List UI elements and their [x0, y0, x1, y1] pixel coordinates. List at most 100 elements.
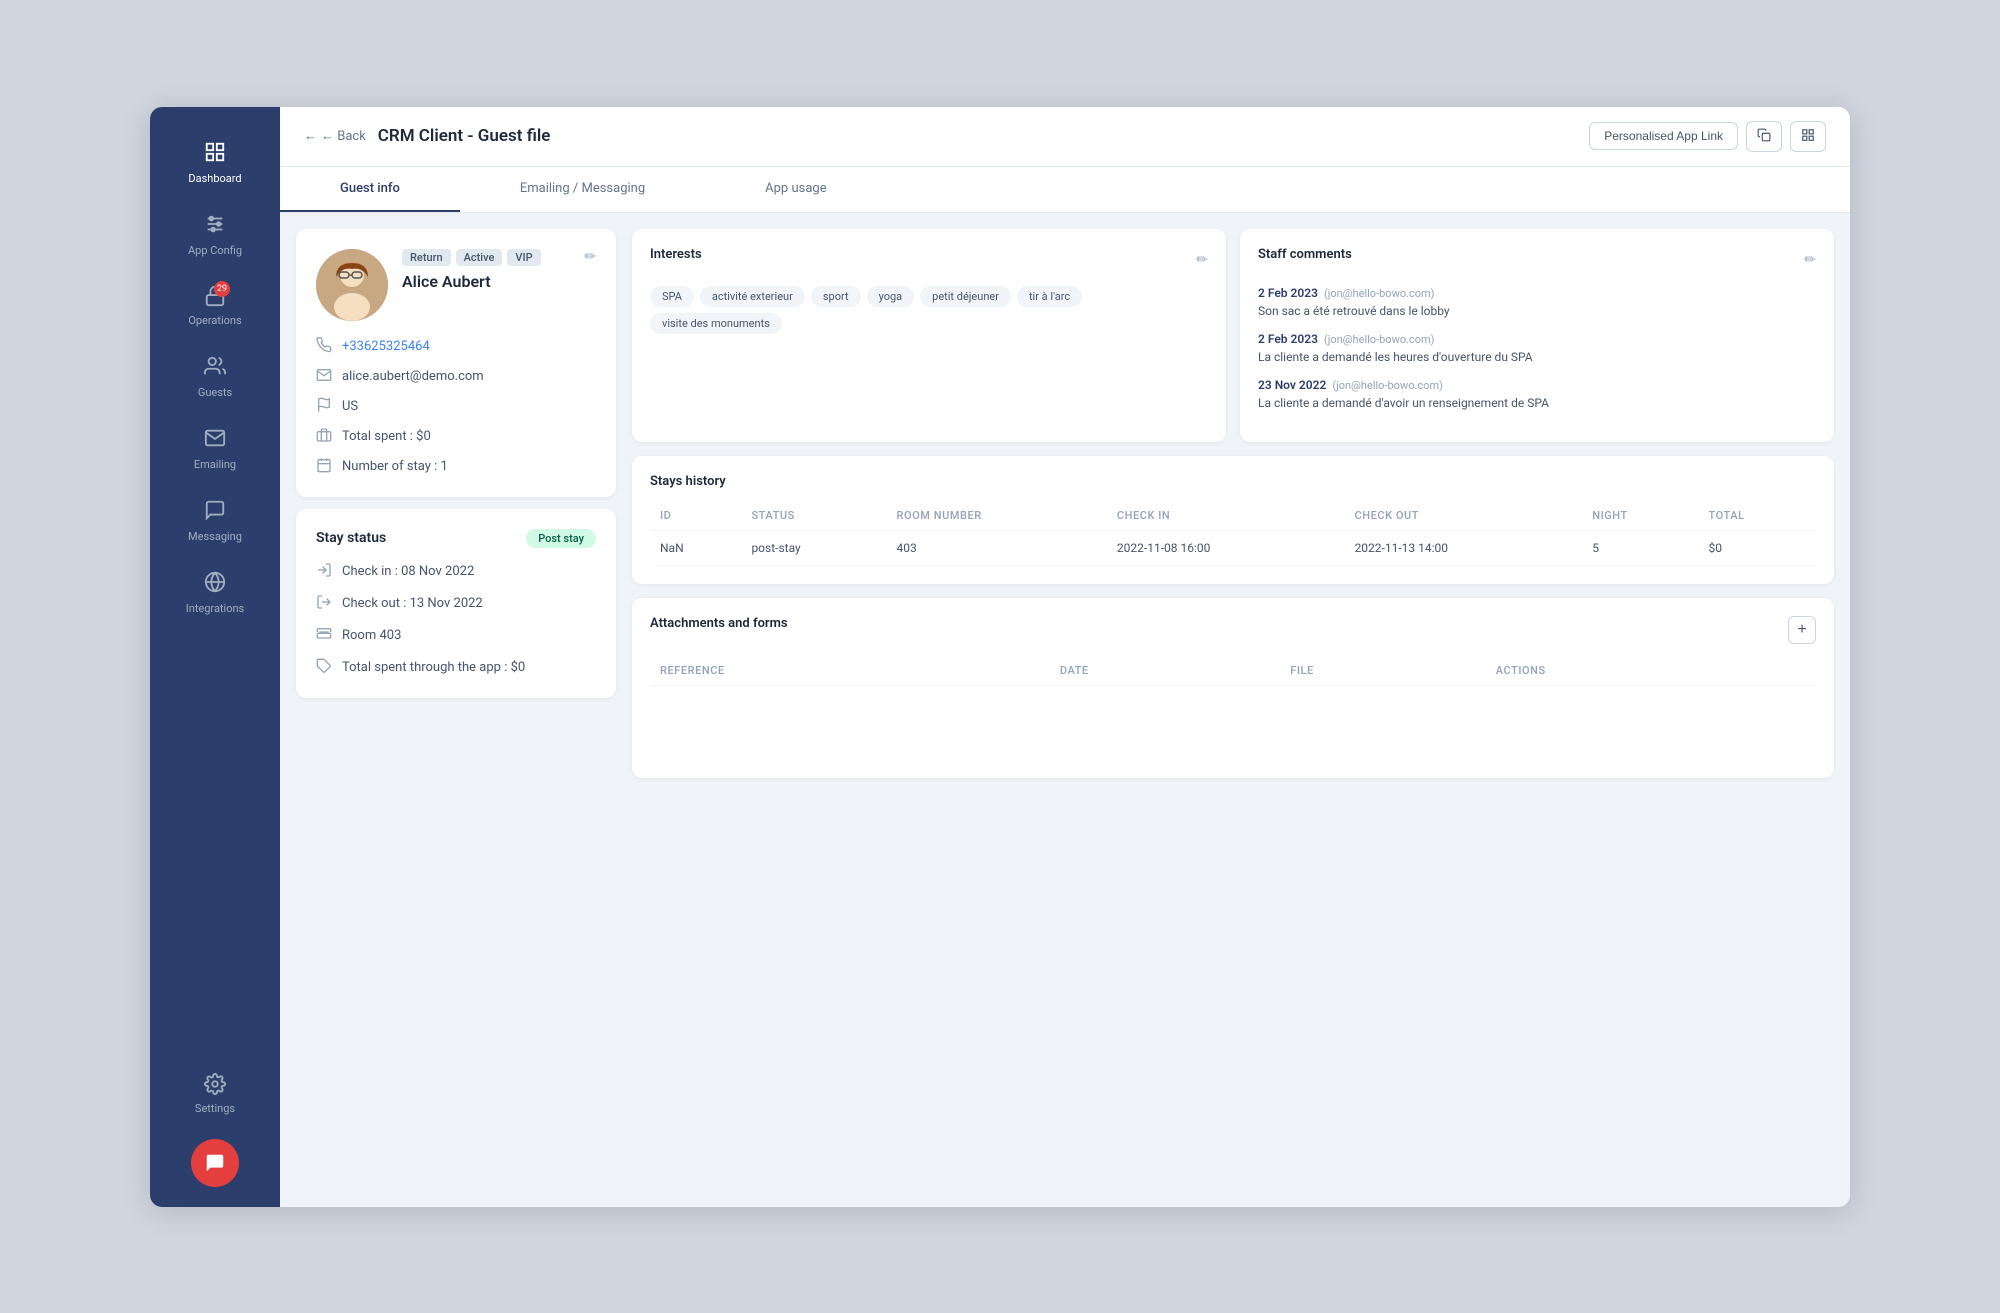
page-title: CRM Client - Guest file — [378, 126, 551, 146]
interest-tag-0: SPA — [650, 286, 694, 307]
phone-link[interactable]: +33625325464 — [342, 339, 430, 354]
check-in-value: Check in : 08 Nov 2022 — [342, 564, 474, 579]
tab-app-usage[interactable]: App usage — [705, 167, 886, 212]
stay-status-title: Stay status — [316, 530, 386, 546]
phone-row: +33625325464 — [316, 337, 596, 357]
check-in-row: Check in : 08 Nov 2022 — [316, 562, 596, 582]
sidebar-item-messaging[interactable]: Messaging — [150, 485, 280, 557]
room-value: Room 403 — [342, 628, 401, 643]
check-out-icon — [316, 594, 332, 614]
interest-tag-2: sport — [811, 286, 861, 307]
comment-text-2: La cliente a demandé d'avoir un renseign… — [1258, 396, 1816, 410]
col-status: STATUS — [741, 501, 886, 531]
profile-tags: Return Active VIP — [402, 249, 596, 266]
email-icon — [316, 367, 332, 387]
col-checkout: CHECK OUT — [1345, 501, 1583, 531]
profile-info: Return Active VIP Alice Aubert — [402, 249, 596, 291]
table-row: NaN post-stay 403 2022-11-08 16:00 2022-… — [650, 530, 1816, 565]
main-content: ← ← Back CRM Client - Guest file Persona… — [280, 107, 1850, 1207]
back-arrow-icon: ← — [304, 128, 317, 144]
number-of-stay-value: Number of stay : 1 — [342, 459, 448, 474]
chat-button[interactable] — [191, 1139, 239, 1187]
staff-comments-card: Staff comments ✏ 2 Feb 2023 (jon@hello-b… — [1240, 229, 1834, 442]
topbar: ← ← Back CRM Client - Guest file Persona… — [280, 107, 1850, 167]
message-icon — [204, 499, 226, 526]
profile-name: Alice Aubert — [402, 272, 596, 291]
back-button[interactable]: ← ← Back — [304, 128, 366, 144]
col-checkin: CHECK IN — [1107, 501, 1345, 531]
stay-status-card: Stay status Post stay Check in : 08 Nov … — [296, 509, 616, 698]
row-total: $0 — [1699, 530, 1817, 565]
col-total: TOTAL — [1699, 501, 1817, 531]
profile-details: +33625325464 alice.aubert@demo.com — [316, 337, 596, 477]
users-icon — [204, 355, 226, 382]
staff-comments-edit-icon[interactable]: ✏ — [1804, 252, 1816, 268]
interest-tag-3: yoga — [867, 286, 915, 307]
check-out-row: Check out : 13 Nov 2022 — [316, 594, 596, 614]
sidebar-label-integrations: Integrations — [186, 602, 244, 615]
sidebar-item-settings[interactable]: Settings — [195, 1059, 235, 1129]
interest-tag-6: visite des monuments — [650, 313, 782, 334]
sidebar-item-integrations[interactable]: Integrations — [150, 557, 280, 629]
tab-guest-info[interactable]: Guest info — [280, 167, 460, 212]
sidebar-item-dashboard[interactable]: Dashboard — [150, 127, 280, 199]
sidebar-label-emailing: Emailing — [194, 458, 236, 471]
tabs-bar: Guest info Emailing / Messaging App usag… — [280, 167, 1850, 213]
topbar-right: Personalised App Link — [1589, 121, 1826, 152]
total-spent-app-value: Total spent through the app : $0 — [342, 660, 525, 675]
edit-profile-icon[interactable]: ✏ — [584, 249, 596, 265]
sidebar-label-operations: Operations — [188, 314, 241, 327]
comment-date-2: 23 Nov 2022 — [1258, 378, 1326, 392]
calendar-icon — [316, 457, 332, 477]
link-icon — [204, 571, 226, 598]
row-night: 5 — [1582, 530, 1698, 565]
att-col-actions: ACTIONS — [1486, 656, 1816, 686]
staff-comment-0: 2 Feb 2023 (jon@hello-bowo.com) Son sac … — [1258, 286, 1816, 318]
att-col-file: FILE — [1280, 656, 1485, 686]
check-out-value: Check out : 13 Nov 2022 — [342, 596, 483, 611]
stays-history-title: Stays history — [650, 474, 1816, 489]
col-room: ROOM NUMBER — [887, 501, 1107, 531]
sidebar-item-guests[interactable]: Guests — [150, 341, 280, 413]
topbar-left: ← ← Back CRM Client - Guest file — [304, 126, 550, 146]
email-value: alice.aubert@demo.com — [342, 369, 484, 384]
country-value: US — [342, 399, 358, 414]
sidebar-item-app-config[interactable]: App Config — [150, 199, 280, 271]
stay-status-header: Stay status Post stay — [316, 529, 596, 548]
sidebar-item-emailing[interactable]: Emailing — [150, 413, 280, 485]
stays-table-body: NaN post-stay 403 2022-11-08 16:00 2022-… — [650, 530, 1816, 565]
country-row: US — [316, 397, 596, 417]
sidebar-item-operations[interactable]: 29 Operations — [150, 271, 280, 341]
att-col-date: DATE — [1050, 656, 1280, 686]
content-area: Return Active VIP Alice Aubert ✏ — [280, 213, 1850, 1207]
copy-icon-button[interactable] — [1746, 121, 1782, 152]
add-attachment-button[interactable]: + — [1788, 616, 1816, 644]
right-panel: Interests ✏ SPA activité exterieur sport… — [632, 229, 1834, 1191]
settings-icon — [204, 1073, 226, 1098]
staff-comments-title: Staff comments — [1258, 247, 1352, 262]
tab-emailing[interactable]: Emailing / Messaging — [460, 167, 705, 212]
row-room: 403 — [887, 530, 1107, 565]
comment-author-0: (jon@hello-bowo.com) — [1324, 287, 1435, 300]
back-label: ← Back — [321, 128, 366, 144]
sliders-icon — [204, 213, 226, 240]
staff-comment-2: 23 Nov 2022 (jon@hello-bowo.com) La clie… — [1258, 378, 1816, 410]
comment-date-0: 2 Feb 2023 — [1258, 286, 1318, 300]
total-spent-value: Total spent : $0 — [342, 429, 431, 444]
wallet-icon — [316, 427, 332, 447]
interest-tags: SPA activité exterieur sport yoga petit … — [650, 286, 1208, 334]
personalised-link-button[interactable]: Personalised App Link — [1589, 122, 1738, 150]
interests-edit-icon[interactable]: ✏ — [1196, 252, 1208, 268]
interest-tag-5: tir à l'arc — [1017, 286, 1082, 307]
row-checkout: 2022-11-13 14:00 — [1345, 530, 1583, 565]
sidebar-label-dashboard: Dashboard — [188, 172, 241, 185]
sidebar-label-guests: Guests — [198, 386, 232, 399]
sidebar-label-app-config: App Config — [188, 244, 242, 257]
grid-view-icon-button[interactable] — [1790, 121, 1826, 152]
row-checkin: 2022-11-08 16:00 — [1107, 530, 1345, 565]
interests-title: Interests — [650, 247, 702, 262]
staff-comments-header: Staff comments ✏ — [1258, 247, 1816, 274]
interest-tag-4: petit déjeuner — [920, 286, 1011, 307]
total-spent-app-row: Total spent through the app : $0 — [316, 658, 596, 678]
interests-header: Interests ✏ — [650, 247, 1208, 274]
